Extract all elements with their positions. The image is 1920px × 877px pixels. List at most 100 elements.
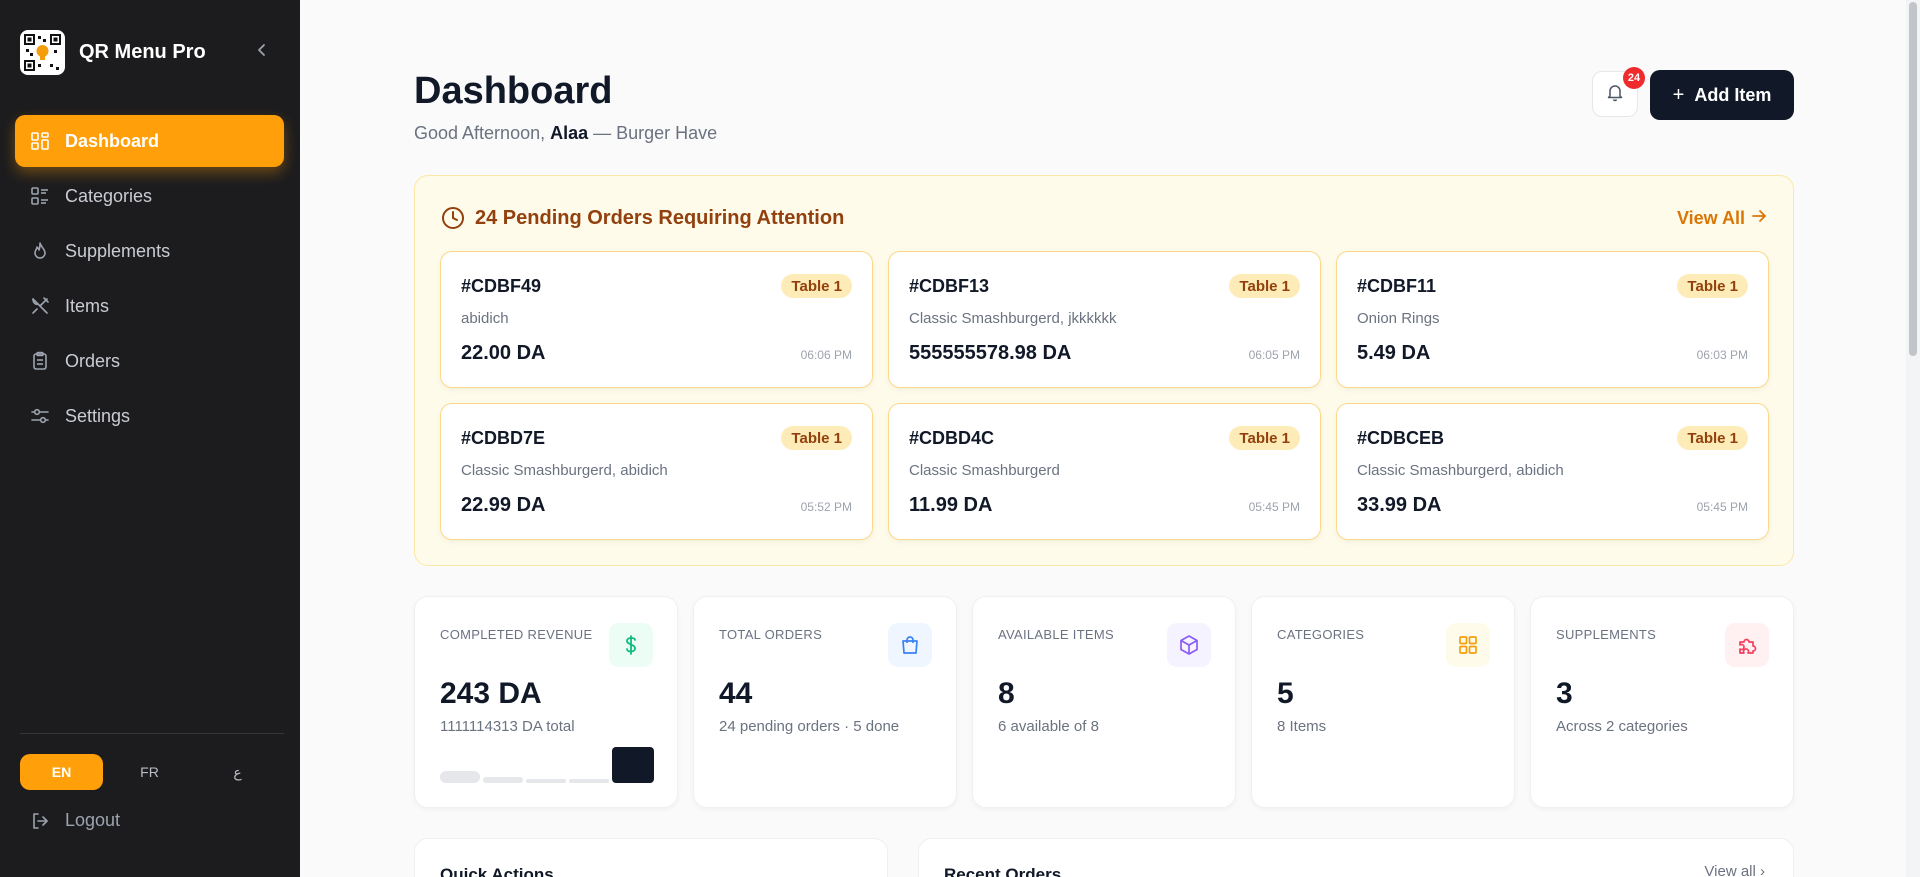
user-name: Alaa <box>550 123 589 143</box>
sliders-icon <box>30 406 50 426</box>
logout-label: Logout <box>65 810 121 830</box>
language-switcher: EN FR ع <box>20 754 284 790</box>
recent-orders-title: Recent Orders <box>944 865 1062 877</box>
stat-card-orders: TOTAL ORDERS 44 24 pending orders · 5 do… <box>693 596 957 808</box>
table-badge: Table 1 <box>1677 274 1748 298</box>
spark-bar <box>483 777 523 783</box>
spark-bar <box>612 747 654 783</box>
clock-icon <box>441 206 465 230</box>
lang-fr-button[interactable]: FR <box>108 754 191 790</box>
recent-orders-card: Recent Orders View all › <box>918 838 1794 877</box>
stat-label: SUPPLEMENTS <box>1556 627 1657 642</box>
order-price: 11.99 DA <box>909 494 993 516</box>
stat-value: 44 <box>719 677 753 710</box>
table-badge: Table 1 <box>1677 426 1748 450</box>
order-items: Classic Smashburgerd, abidich <box>1357 462 1564 479</box>
sidebar-item-orders[interactable]: Orders <box>15 335 284 387</box>
view-all-orders-link[interactable]: View all › <box>1704 863 1765 877</box>
plus-icon: + <box>1672 83 1685 106</box>
stat-label: AVAILABLE ITEMS <box>998 627 1115 642</box>
pending-order-card[interactable]: #CDBF11 Table 1 Onion Rings 5.49 DA 06:0… <box>1336 251 1769 388</box>
sidebar-item-label: Settings <box>65 405 131 426</box>
table-badge: Table 1 <box>781 426 852 450</box>
pending-order-card[interactable]: #CDBCEB Table 1 Classic Smashburgerd, ab… <box>1336 403 1769 540</box>
grid-icon <box>1446 623 1490 667</box>
categories-icon <box>30 186 50 206</box>
order-id: #CDBF49 <box>461 276 542 296</box>
quick-actions-title: Quick Actions <box>440 865 554 877</box>
order-items: Onion Rings <box>1357 310 1440 327</box>
scrollbar-thumb[interactable] <box>1909 2 1917 356</box>
package-icon <box>1167 623 1211 667</box>
pending-order-card[interactable]: #CDBF13 Table 1 Classic Smashburgerd, jk… <box>888 251 1321 388</box>
revenue-sparkline <box>440 747 654 783</box>
puzzle-icon <box>1725 623 1769 667</box>
stat-label: TOTAL ORDERS <box>719 627 823 642</box>
restaurant-name: — Burger Have <box>588 123 718 143</box>
add-item-button[interactable]: + Add Item <box>1650 70 1794 120</box>
sidebar-item-supplements[interactable]: Supplements <box>15 225 284 277</box>
chevron-left-icon[interactable] <box>254 42 270 58</box>
notification-badge: 24 <box>1623 67 1645 89</box>
sidebar: QR Menu Pro Dashboard Categories Supplem… <box>0 0 300 877</box>
pending-orders-panel: 24 Pending Orders Requiring Attention Vi… <box>414 175 1794 566</box>
sidebar-item-label: Orders <box>65 350 121 371</box>
stat-value: 243 DA <box>440 677 542 710</box>
stat-card-categories: CATEGORIES 5 8 Items <box>1251 596 1515 808</box>
order-price: 22.00 DA <box>461 342 546 364</box>
chevron-right-icon: › <box>1760 863 1765 877</box>
sidebar-item-categories[interactable]: Categories <box>15 170 284 222</box>
order-id: #CDBD7E <box>461 428 546 448</box>
brand-name: QR Menu Pro <box>79 41 206 63</box>
sidebar-item-items[interactable]: Items <box>15 280 284 332</box>
pending-order-card[interactable]: #CDBD7E Table 1 Classic Smashburgerd, ab… <box>440 403 873 540</box>
quick-actions-card: Quick Actions <box>414 838 888 877</box>
stat-subtext: 8 Items <box>1277 718 1327 735</box>
stat-subtext: 24 pending orders · 5 done <box>719 718 900 735</box>
spark-bar <box>526 779 566 783</box>
order-id: #CDBCEB <box>1357 428 1445 448</box>
logout-button[interactable]: Logout <box>30 810 120 831</box>
dashboard-icon <box>30 131 50 151</box>
order-items: abidich <box>461 310 509 327</box>
order-price: 5.49 DA <box>1357 342 1431 364</box>
sidebar-item-label: Dashboard <box>65 130 160 151</box>
stat-card-revenue: COMPLETED REVENUE 243 DA 1111114313 DA t… <box>414 596 678 808</box>
order-time: 06:05 PM <box>1248 348 1300 362</box>
sidebar-item-settings[interactable]: Settings <box>15 390 284 442</box>
logout-icon <box>30 811 50 831</box>
spark-bar <box>440 771 480 783</box>
page-scrollbar[interactable] <box>1906 0 1920 877</box>
utensils-icon <box>30 296 50 316</box>
stat-subtext: Across 2 categories <box>1556 718 1688 735</box>
stat-card-items: AVAILABLE ITEMS 8 6 available of 8 <box>972 596 1236 808</box>
order-price: 22.99 DA <box>461 494 546 516</box>
order-time: 05:45 PM <box>1696 500 1748 514</box>
order-time: 05:45 PM <box>1248 500 1300 514</box>
stat-label: COMPLETED REVENUE <box>440 627 593 642</box>
divider <box>20 733 284 734</box>
add-item-label: Add Item <box>1694 84 1772 105</box>
pending-orders-title: 24 Pending Orders Requiring Attention <box>475 206 845 229</box>
order-items: Classic Smashburgerd <box>909 462 1060 479</box>
stat-label: CATEGORIES <box>1277 627 1365 642</box>
stat-subtext: 6 available of 8 <box>998 718 1099 735</box>
table-badge: Table 1 <box>781 274 852 298</box>
sidebar-item-label: Supplements <box>65 240 171 261</box>
page-title: Dashboard <box>414 70 613 112</box>
order-time: 06:06 PM <box>800 348 852 362</box>
lang-ar-button[interactable]: ع <box>196 754 279 790</box>
lang-en-button[interactable]: EN <box>20 754 103 790</box>
view-all-pending-link[interactable]: View All <box>1677 208 1767 229</box>
stat-value: 8 <box>998 677 1015 710</box>
pending-order-card[interactable]: #CDBD4C Table 1 Classic Smashburgerd 11.… <box>888 403 1321 540</box>
sidebar-item-dashboard[interactable]: Dashboard <box>15 115 284 167</box>
pending-order-card[interactable]: #CDBF49 Table 1 abidich 22.00 DA 06:06 P… <box>440 251 873 388</box>
table-badge: Table 1 <box>1229 274 1300 298</box>
greeting: Good Afternoon, Alaa — Burger Have <box>414 123 717 144</box>
dollar-icon <box>609 623 653 667</box>
bell-icon <box>1605 82 1625 107</box>
order-items: Classic Smashburgerd, jkkkkkk <box>909 310 1117 327</box>
flame-icon <box>30 241 50 261</box>
brand[interactable]: QR Menu Pro <box>20 30 206 75</box>
